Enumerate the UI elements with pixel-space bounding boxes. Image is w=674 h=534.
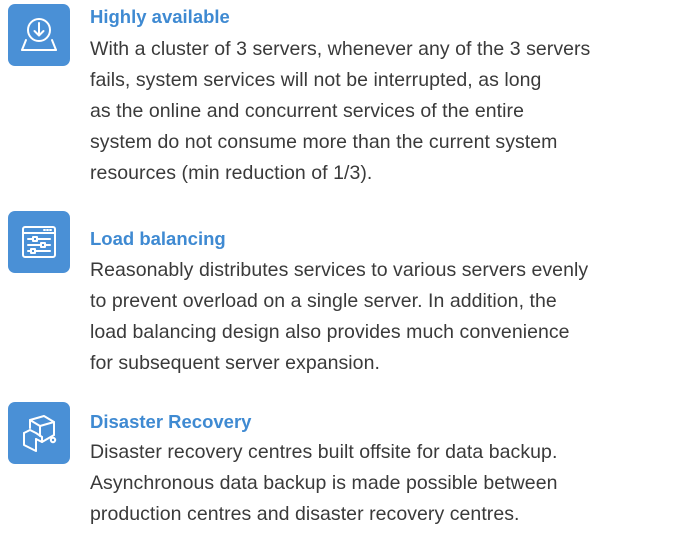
download-tray-icon [8,4,70,66]
backup-hand-icon [8,402,70,464]
feature-description: Reasonably distributes services to vario… [90,259,589,374]
feature-title: Disaster Recovery [90,411,252,432]
feature-title: Highly available [90,6,230,27]
sliders-window-icon [8,211,70,273]
feature-title: Load balancing [90,228,226,249]
feature-description: With a cluster of 3 servers, whenever an… [90,38,591,184]
feature-description: Disaster recovery centres built offsite … [90,441,558,525]
